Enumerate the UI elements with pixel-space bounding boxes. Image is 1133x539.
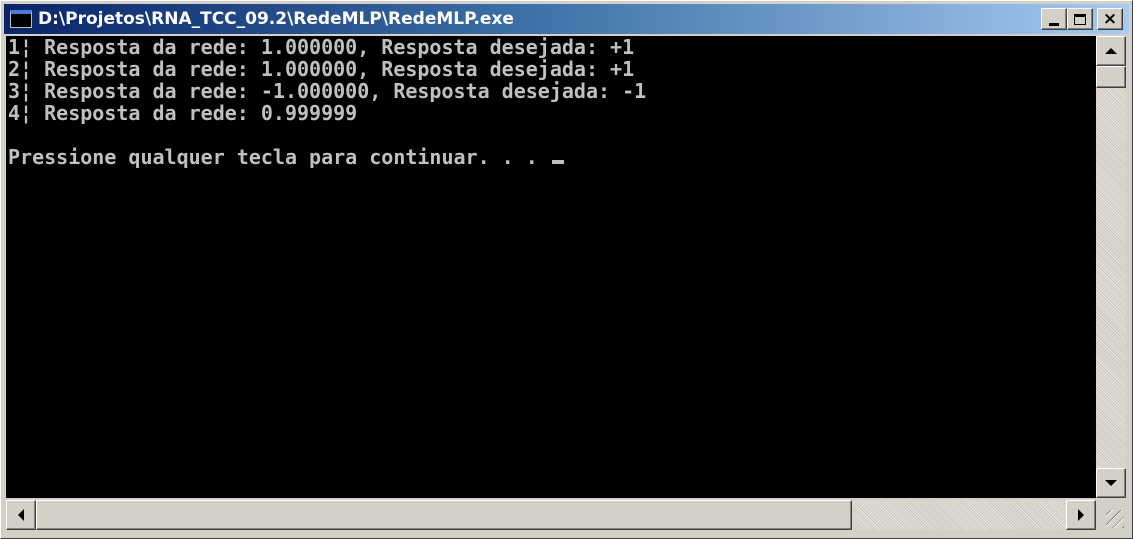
vertical-scrollbar[interactable] [1096,36,1126,498]
console-app-icon[interactable] [10,10,32,28]
maximize-icon [1074,13,1086,25]
console-line-1: 1¦ Resposta da rede: 1.000000, Resposta … [8,36,635,59]
maximize-button[interactable] [1067,8,1093,30]
close-icon: × [1102,8,1118,29]
arrow-left-icon [18,509,24,521]
window-title: D:\Projetos\RNA_TCC_09.2\RedeMLP\RedeMLP… [38,9,514,29]
console-prompt-line: Pressione qualquer tecla para continuar.… [8,146,1096,168]
close-button[interactable]: × [1097,8,1123,30]
caption-buttons: × [1041,8,1123,30]
title-bar[interactable]: D:\Projetos\RNA_TCC_09.2\RedeMLP\RedeMLP… [4,4,1129,34]
scroll-up-button[interactable] [1096,36,1126,66]
minimize-icon [1049,22,1059,26]
horizontal-scrollbar[interactable] [6,500,1096,530]
minimize-button[interactable] [1041,8,1067,30]
console-output[interactable]: 1¦ Resposta da rede: 1.000000, Resposta … [6,36,1096,498]
console-text-area: 1¦ Resposta da rede: 1.000000, Resposta … [6,36,1096,168]
continue-prompt: Pressione qualquer tecla para continuar.… [8,145,550,169]
arrow-up-icon [1105,48,1117,54]
arrow-down-icon [1105,480,1117,486]
resize-grip-icon[interactable] [1098,500,1126,530]
console-line-4: 4¦ Resposta da rede: 0.999999 [8,101,358,125]
scroll-right-button[interactable] [1066,500,1096,530]
console-line-2: 2¦ Resposta da rede: 1.000000, Resposta … [8,57,635,81]
text-cursor [551,160,564,164]
vertical-scroll-thumb[interactable] [1096,66,1126,88]
scroll-left-button[interactable] [6,500,36,530]
scroll-down-button[interactable] [1096,468,1126,498]
horizontal-scroll-thumb[interactable] [36,500,852,530]
console-line-3: 3¦ Resposta da rede: -1.000000, Resposta… [8,79,647,103]
arrow-right-icon [1078,509,1084,521]
console-window: D:\Projetos\RNA_TCC_09.2\RedeMLP\RedeMLP… [0,0,1133,539]
